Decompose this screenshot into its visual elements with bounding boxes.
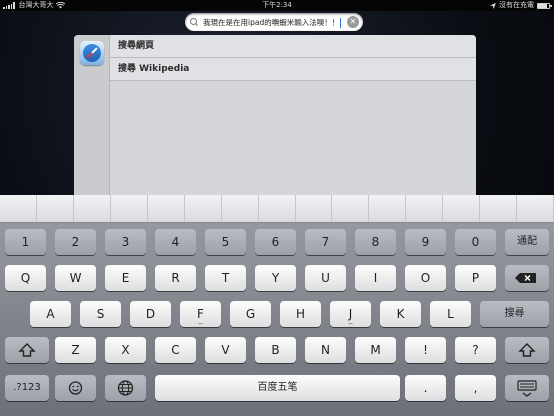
shift-key-left[interactable] <box>5 337 49 363</box>
key-exclamation[interactable]: ! <box>405 337 446 363</box>
key-a[interactable]: A <box>30 301 71 327</box>
backspace-icon <box>515 273 536 283</box>
candidate-bar <box>0 195 554 223</box>
candidate-slot[interactable] <box>296 195 333 222</box>
search-key[interactable]: 搜尋 <box>480 301 549 327</box>
shift-icon <box>518 343 536 357</box>
key-s[interactable]: S <box>80 301 121 327</box>
key-f[interactable]: F _ <box>180 301 221 327</box>
key-j[interactable]: J _ <box>330 301 371 327</box>
key-6[interactable]: 6 <box>255 229 296 255</box>
candidate-slot[interactable] <box>332 195 370 222</box>
key-c[interactable]: C <box>155 337 196 363</box>
key-b[interactable]: B <box>255 337 296 363</box>
search-suggestions-panel: 搜尋網頁 搜尋 Wikipedia <box>74 35 476 195</box>
key-d[interactable]: D <box>130 301 171 327</box>
candidate-slot[interactable] <box>74 195 111 222</box>
key-g[interactable]: G <box>230 301 271 327</box>
space-key[interactable]: 百度五笔 <box>155 375 400 401</box>
key-t[interactable]: T <box>205 265 246 291</box>
search-field[interactable]: 我現在是在用ipad的嘸蝦米輸入法噢！！ ✕ <box>185 13 363 31</box>
key-k[interactable]: K <box>380 301 421 327</box>
emoji-key[interactable] <box>55 375 96 401</box>
key-y[interactable]: Y <box>255 265 296 291</box>
status-time: 下午2:34 <box>262 1 292 9</box>
globe-icon <box>117 380 134 396</box>
candidate-slot[interactable] <box>111 195 148 222</box>
key-0[interactable]: 0 <box>455 229 496 255</box>
key-v[interactable]: V <box>205 337 246 363</box>
candidate-slot[interactable] <box>222 195 259 222</box>
candidate-slot[interactable] <box>0 195 37 222</box>
shift-icon <box>18 343 36 357</box>
candidate-slot[interactable] <box>443 195 481 222</box>
key-n[interactable]: N <box>305 337 346 363</box>
onscreen-keyboard: 1 2 3 4 5 6 7 8 9 0 通配 Q W E R T Y U I O P A S D F _ G H J _ K L 搜尋 Z X C V B… <box>0 195 554 416</box>
charging-label: 沒有在充電 <box>499 1 534 9</box>
candidate-slot[interactable] <box>406 195 444 222</box>
key-m[interactable]: M <box>355 337 396 363</box>
key-2[interactable]: 2 <box>55 229 96 255</box>
clear-icon[interactable]: ✕ <box>347 16 359 28</box>
key-7[interactable]: 7 <box>305 229 346 255</box>
text-caret <box>340 17 342 28</box>
search-input[interactable]: 我現在是在用ipad的嘸蝦米輸入法噢！！ <box>203 17 342 28</box>
candidate-slot[interactable] <box>148 195 185 222</box>
key-u[interactable]: U <box>305 265 346 291</box>
suggestion-icon-column <box>74 35 110 195</box>
key-l[interactable]: L <box>430 301 471 327</box>
safari-icon <box>80 41 104 65</box>
key-r[interactable]: R <box>155 265 196 291</box>
keyboard-dismiss-icon <box>517 380 537 397</box>
key-5[interactable]: 5 <box>205 229 246 255</box>
key-x[interactable]: X <box>105 337 146 363</box>
done-key[interactable]: 通配 <box>505 229 549 255</box>
comma-key[interactable]: , <box>455 375 496 401</box>
key-z[interactable]: Z <box>55 337 96 363</box>
key-o[interactable]: O <box>405 265 446 291</box>
key-i[interactable]: I <box>355 265 396 291</box>
key-e[interactable]: E <box>105 265 146 291</box>
candidate-slot[interactable] <box>185 195 222 222</box>
key-h[interactable]: H <box>280 301 321 327</box>
location-icon <box>490 2 496 9</box>
key-p[interactable]: P <box>455 265 496 291</box>
home-row-marker: _ <box>348 315 353 324</box>
key-3[interactable]: 3 <box>105 229 146 255</box>
candidate-slot[interactable] <box>369 195 407 222</box>
numbers-mode-key[interactable]: .?123 <box>5 375 49 401</box>
emoji-icon <box>68 381 83 395</box>
key-4[interactable]: 4 <box>155 229 196 255</box>
suggestion-search-web[interactable]: 搜尋網頁 <box>110 35 476 58</box>
battery-icon <box>537 2 552 9</box>
keyboard-dismiss-key[interactable] <box>505 375 549 401</box>
candidate-slot[interactable] <box>37 195 74 222</box>
key-w[interactable]: W <box>55 265 96 291</box>
key-1[interactable]: 1 <box>5 229 46 255</box>
candidate-slot[interactable] <box>517 195 554 222</box>
key-question[interactable]: ? <box>455 337 496 363</box>
ipad-screen: 台灣大哥大 下午2:34 沒有在充電 我現在是在用ipad的嘸蝦米輸入法噢！！ … <box>0 0 554 416</box>
globe-key[interactable] <box>105 375 146 401</box>
shift-key-right[interactable] <box>505 337 549 363</box>
candidate-slot[interactable] <box>259 195 296 222</box>
key-9[interactable]: 9 <box>405 229 446 255</box>
home-row-marker: _ <box>198 315 203 324</box>
key-8[interactable]: 8 <box>355 229 396 255</box>
candidate-slot[interactable] <box>480 195 518 222</box>
backspace-key[interactable] <box>505 265 549 291</box>
period-key[interactable]: . <box>405 375 446 401</box>
status-right: 沒有在充電 <box>490 0 552 11</box>
status-bar: 台灣大哥大 下午2:34 沒有在充電 <box>0 0 554 11</box>
key-q[interactable]: Q <box>5 265 46 291</box>
search-icon <box>189 17 199 27</box>
suggestion-search-wikipedia[interactable]: 搜尋 Wikipedia <box>110 58 476 81</box>
